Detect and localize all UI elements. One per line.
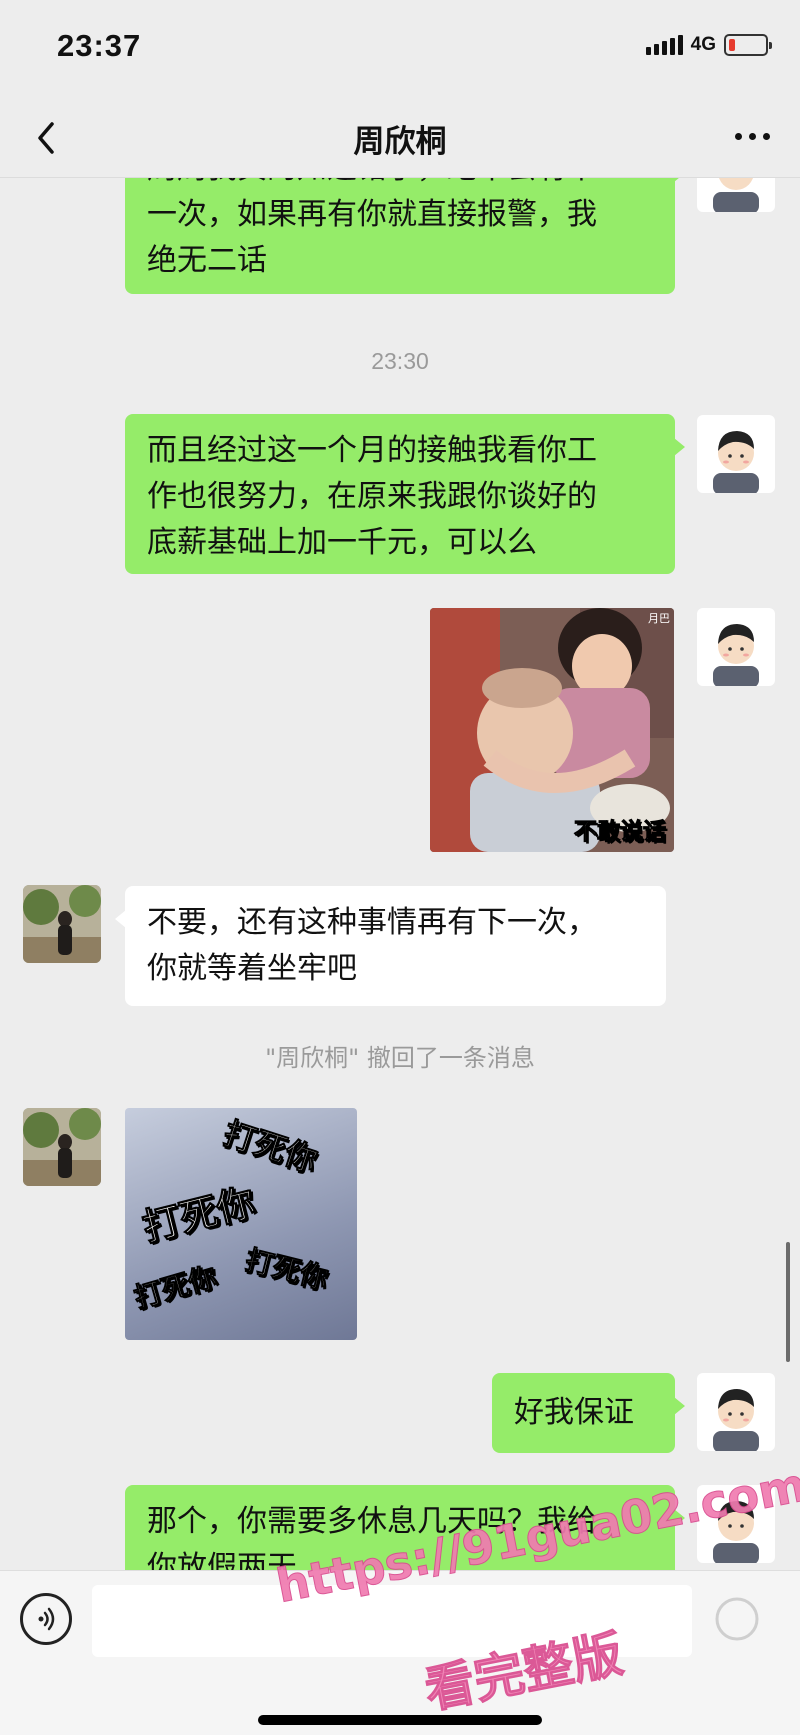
cartoon-boy-avatar-icon	[713, 1389, 759, 1451]
message-list[interactable]: 周周我真的知道错了，绝不会有下 一次，如果再有你就直接报警，我 绝无二话 23:…	[0, 178, 800, 1570]
status-bar: 23:37 4G	[0, 0, 800, 98]
message-bubble-sent[interactable]: 好我保证	[492, 1373, 685, 1453]
sticker-image[interactable]: 打死你 打死你 打死你 打死你	[125, 1108, 357, 1340]
status-time: 23:37	[57, 28, 142, 63]
avatar[interactable]	[697, 178, 775, 212]
avatar[interactable]	[23, 885, 101, 963]
sticker-caption-repeat: 打死你	[138, 1179, 260, 1251]
emoji-button[interactable]	[712, 1593, 762, 1645]
emoji-icon	[715, 1597, 759, 1641]
sticker-image[interactable]: 不敢说话 月巴	[430, 608, 674, 852]
message-bubble-received[interactable]: 不要，还有这种事情再有下一次， 你就等着坐牢吧	[115, 886, 666, 1006]
voice-button[interactable]	[20, 1593, 72, 1645]
message-bubble-sent[interactable]: 周周我真的知道错了，绝不会有下 一次，如果再有你就直接报警，我 绝无二话	[125, 178, 685, 294]
photo-avatar-icon	[23, 1108, 101, 1186]
sticker-corner-tag: 月巴	[648, 612, 670, 625]
cartoon-boy-avatar-icon	[713, 178, 759, 212]
cartoon-boy-avatar-icon	[713, 431, 759, 493]
avatar[interactable]	[697, 608, 775, 686]
more-button[interactable]	[735, 133, 770, 140]
cartoon-boy-avatar-icon	[713, 624, 759, 686]
chat-title: 周欣桐	[353, 124, 447, 160]
battery-icon	[724, 34, 772, 56]
recall-notice: "周欣桐" 撤回了一条消息	[265, 1044, 535, 1072]
home-indicator[interactable]	[258, 1715, 542, 1725]
sticker-caption: 打死你	[218, 1113, 322, 1180]
chat-header: 周欣桐	[0, 98, 800, 178]
signal-icon	[645, 35, 683, 55]
avatar[interactable]	[23, 1108, 101, 1186]
message-bubble-sent[interactable]: 而且经过这一个月的接触我看你工 作也很努力，在原来我跟你谈好的 底薪基础上加一千…	[125, 414, 685, 574]
sticker-caption-repeat: 打死你	[241, 1243, 332, 1296]
network-type: 4G	[690, 34, 716, 55]
more-dots-icon	[735, 133, 742, 140]
timestamp: 23:30	[371, 348, 429, 374]
input-bar	[0, 1570, 800, 1735]
status-icons: 4G	[645, 34, 772, 56]
sticker-caption: 不敢说话	[574, 819, 667, 846]
voice-icon	[38, 1607, 55, 1631]
scrollbar[interactable]	[786, 1242, 790, 1362]
avatar[interactable]	[697, 415, 775, 493]
avatar[interactable]	[697, 1373, 775, 1451]
photo-avatar-icon	[23, 885, 101, 963]
sticker-caption-repeat: 打死你	[130, 1260, 221, 1316]
